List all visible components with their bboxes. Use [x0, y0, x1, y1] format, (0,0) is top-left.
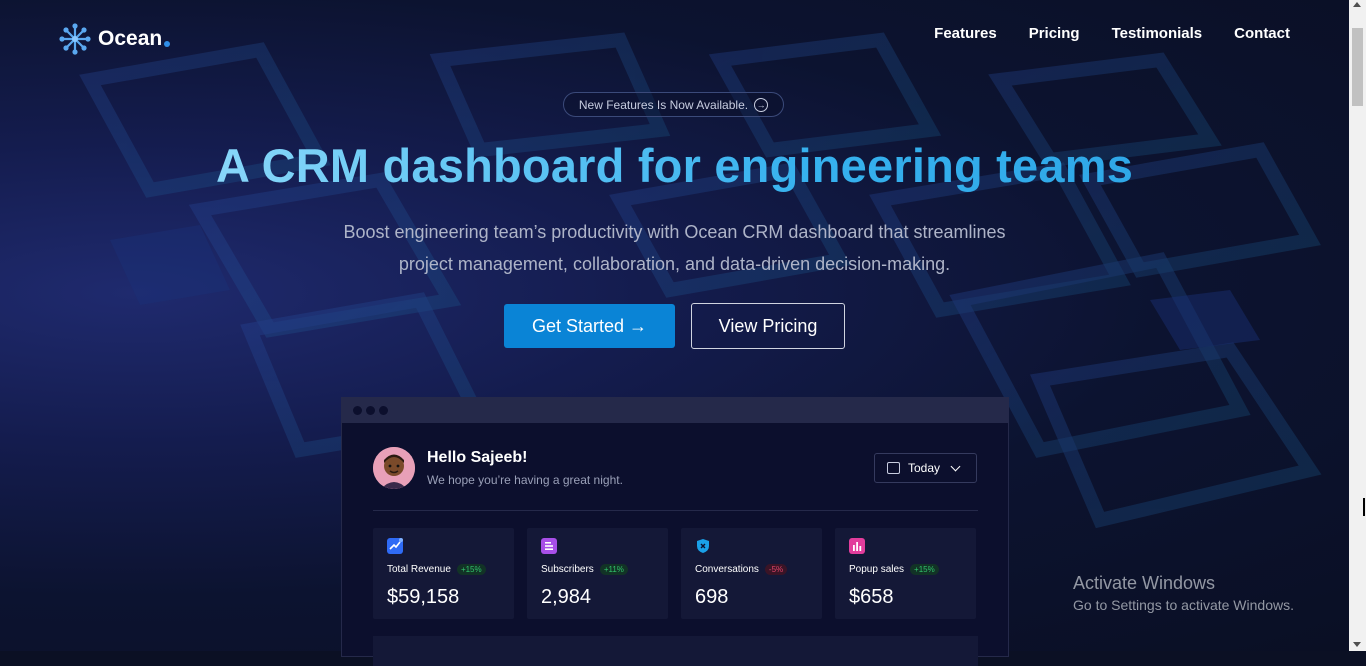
watermark-subtitle: Go to Settings to activate Windows.	[1073, 597, 1294, 613]
nav-link-testimonials[interactable]: Testimonials	[1112, 25, 1203, 42]
scroll-thumb[interactable]	[1352, 28, 1363, 106]
card-value: $59,158	[387, 586, 460, 608]
change-badge: -5%	[764, 564, 788, 575]
nav-links: Features Pricing Testimonials Contact	[934, 25, 1290, 42]
date-filter-select[interactable]: Today	[874, 453, 977, 483]
hero-subtitle-line-1: Boost engineering team’s productivity wi…	[343, 222, 1006, 242]
avatar	[373, 447, 415, 489]
stat-cards: Total Revenue +15% $59,158 Subscribers +11…	[373, 528, 976, 619]
new-features-badge[interactable]: New Features Is Now Available. →	[563, 92, 784, 117]
nav-link-contact[interactable]: Contact	[1234, 25, 1290, 42]
change-badge: +11%	[599, 564, 628, 575]
text-cursor-icon	[1363, 498, 1365, 516]
windows-activation-watermark: Activate Windows Go to Settings to activ…	[1073, 573, 1294, 613]
brand-dot	[164, 41, 171, 47]
shield-icon	[695, 538, 711, 554]
card-label: Subscribers	[541, 564, 594, 575]
top-navigation: Ocean Features Pricing Testimonials Cont…	[0, 0, 1349, 80]
window-dot	[353, 406, 362, 415]
card-value: $658	[849, 586, 894, 608]
brand-name: Ocean	[98, 27, 163, 50]
dashboard-preview: Hello Sajeeb! We hope you’re having a gr…	[341, 397, 1009, 666]
scroll-down-arrow-icon[interactable]	[1353, 642, 1361, 647]
arrow-circle-icon: →	[754, 97, 769, 112]
stat-card-conversations[interactable]: Conversations -5% 698	[681, 528, 822, 619]
divider	[373, 510, 978, 511]
trend-icon	[387, 538, 403, 554]
vertical-scrollbar[interactable]	[1349, 0, 1366, 651]
calendar-icon	[887, 462, 900, 474]
nav-link-pricing[interactable]: Pricing	[1029, 25, 1080, 42]
watermark-title: Activate Windows	[1073, 573, 1216, 593]
hero-title: A CRM dashboard for engineering teams	[0, 138, 1349, 193]
window-dot	[366, 406, 375, 415]
stat-card-subscribers[interactable]: Subscribers +11% 2,984	[527, 528, 668, 619]
card-label: Conversations	[695, 564, 759, 575]
chevron-down-icon	[950, 461, 961, 471]
stat-card-total-revenue[interactable]: Total Revenue +15% $59,158	[373, 528, 514, 619]
card-value: 2,984	[541, 586, 592, 608]
window-titlebar	[342, 398, 1008, 423]
card-label: Popup sales	[849, 564, 905, 575]
get-started-button[interactable]: Get Started →	[504, 304, 675, 348]
bar-chart-icon	[849, 538, 865, 554]
change-badge: +15%	[456, 564, 486, 575]
view-pricing-button[interactable]: View Pricing	[691, 303, 845, 349]
card-label: Total Revenue	[387, 564, 451, 575]
scroll-up-arrow-icon[interactable]	[1353, 2, 1361, 7]
greeting-title: Hello Sajeeb!	[427, 449, 528, 466]
brand-logo[interactable]: Ocean	[58, 22, 171, 56]
window-dot	[379, 406, 388, 415]
snowflake-logo-icon	[59, 23, 91, 55]
hero-subtitle-line-2: project management, collaboration, and d…	[398, 254, 951, 274]
badge-text: New Features Is Now Available.	[578, 97, 749, 112]
greeting-subtitle: We hope you’re having a great night.	[427, 473, 623, 487]
date-filter-value: Today	[908, 461, 941, 475]
card-value: 698	[695, 586, 729, 608]
nav-link-features[interactable]: Features	[934, 25, 997, 42]
change-badge: +15%	[910, 564, 939, 575]
stat-card-popup-sales[interactable]: Popup sales +15% $658	[835, 528, 976, 619]
document-icon	[541, 538, 557, 554]
chart-panel	[373, 636, 978, 666]
hero-subtitle: Boost engineering team’s productivity wi…	[300, 216, 1049, 280]
